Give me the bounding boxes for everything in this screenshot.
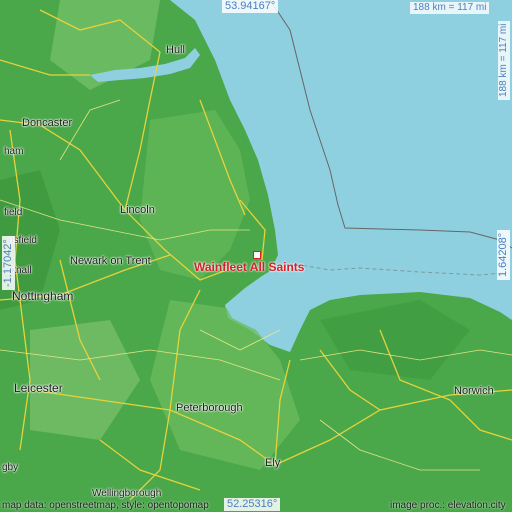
map-canvas[interactable]: Hull Doncaster Lincoln Newark on Trent N… — [0, 0, 512, 512]
place-leicester[interactable]: Leicester — [14, 382, 63, 394]
scale-right: 188 km = 117 mi — [498, 20, 510, 100]
coord-left: -1.17042° — [2, 236, 15, 290]
place-doncaster[interactable]: Doncaster — [22, 117, 72, 129]
coord-top: 53.94167° — [222, 0, 279, 13]
place-lincoln[interactable]: Lincoln — [120, 204, 155, 216]
place-hull[interactable]: Hull — [166, 44, 185, 56]
place-ely[interactable]: Ely — [265, 457, 280, 469]
place-rugby[interactable]: gby — [2, 462, 18, 474]
place-peterborough[interactable]: Peterborough — [176, 402, 243, 414]
place-newark[interactable]: Newark on Trent — [70, 255, 151, 267]
credit-image-proc: image proc.: elevation.city — [390, 500, 506, 511]
target-marker-icon[interactable] — [253, 251, 261, 259]
place-worksop[interactable]: ham — [4, 146, 23, 158]
coord-bottom: 52.25316° — [224, 498, 281, 511]
place-sheffield[interactable]: field — [4, 207, 22, 219]
target-label[interactable]: Wainfleet All Saints — [194, 260, 304, 274]
place-nottingham[interactable]: Nottingham — [12, 290, 73, 302]
coord-right: 1.64208° — [497, 229, 510, 280]
place-norwich[interactable]: Norwich — [454, 385, 494, 397]
scale-top: 188 km = 117 mi — [410, 2, 490, 14]
credit-map-data: map data: openstreetmap, style: opentopo… — [2, 500, 209, 511]
place-wellingborough[interactable]: Wellingborough — [92, 488, 161, 500]
